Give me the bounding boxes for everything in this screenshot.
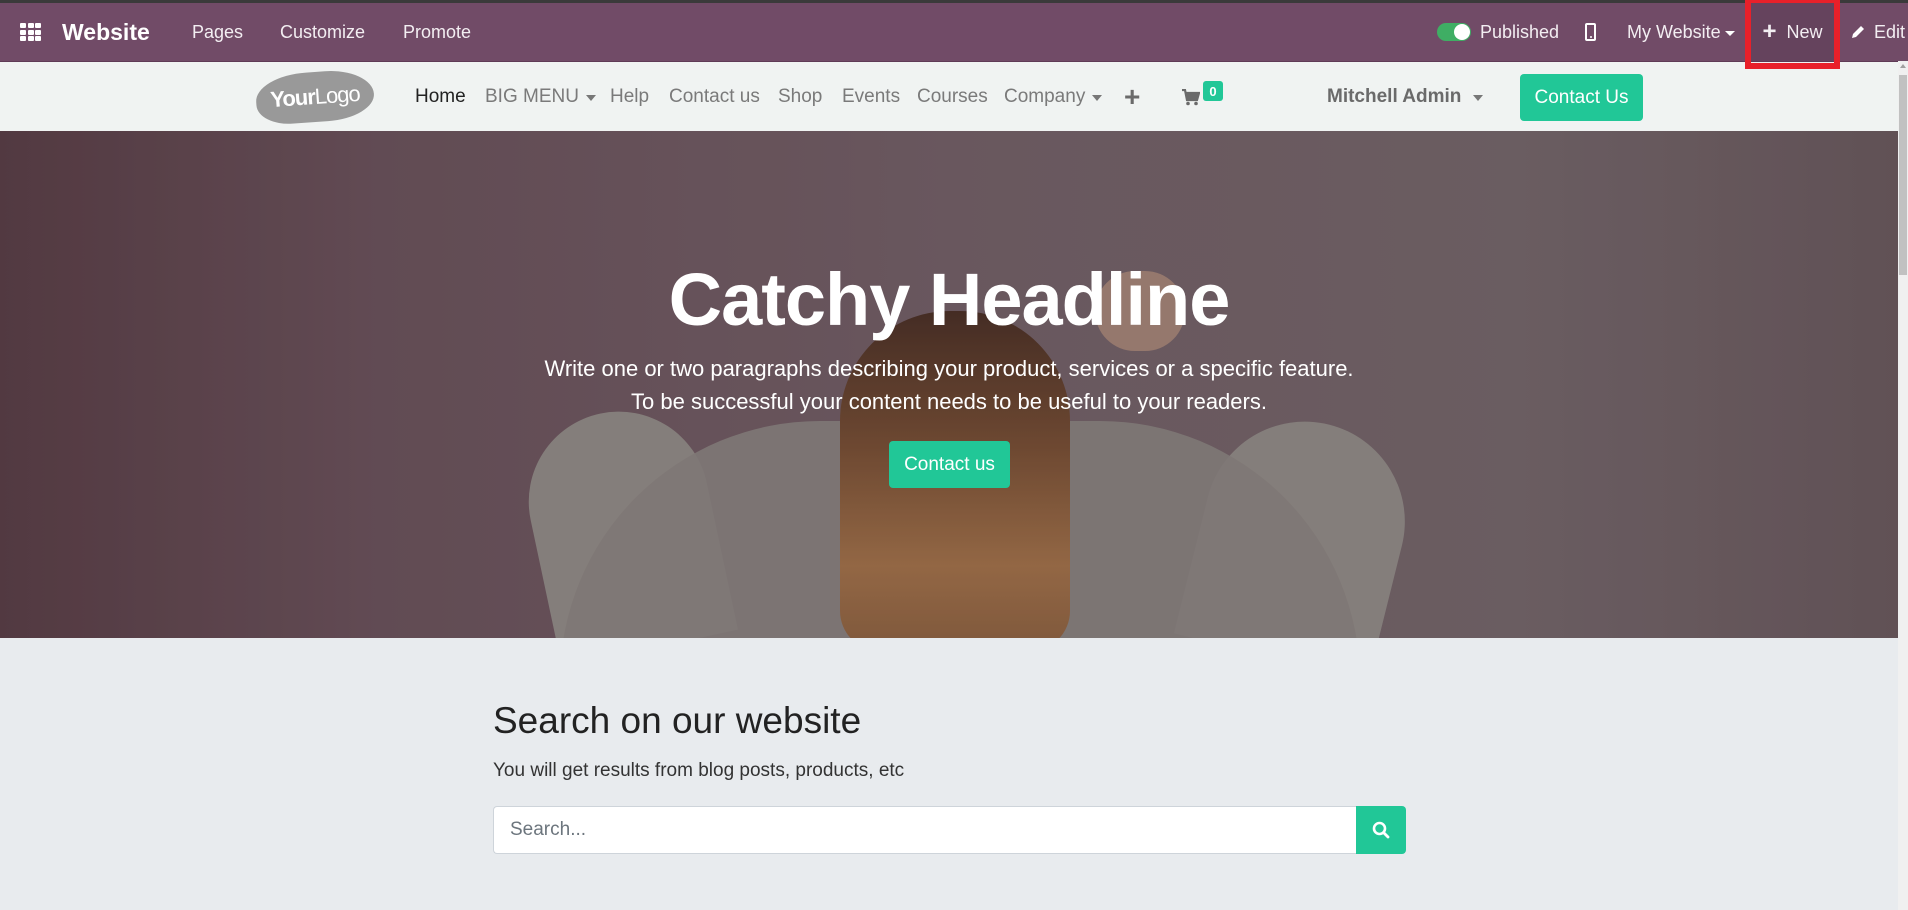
search-subtitle: You will get results from blog posts, pr… xyxy=(493,760,905,781)
search-title: Search on our website xyxy=(493,700,862,741)
contact-us-button[interactable]: Contact Us xyxy=(1520,74,1643,121)
phone-icon[interactable] xyxy=(1585,3,1596,61)
logo-text-light: Logo xyxy=(313,80,361,109)
search-button[interactable] xyxy=(1356,806,1406,854)
nav-big-menu[interactable]: BIG MENU xyxy=(485,62,596,132)
user-menu[interactable]: Mitchell Admin xyxy=(1327,62,1484,132)
hero-text-line-1: Write one or two paragraphs describing y… xyxy=(544,356,1354,381)
site-logo[interactable]: YourLogo xyxy=(254,62,376,132)
site-navbar: YourLogo Home BIG MENU Help Contact us S… xyxy=(0,61,1898,131)
app-name[interactable]: Website xyxy=(62,3,150,61)
logo-text-bold: Your xyxy=(269,84,316,113)
new-button[interactable]: + New xyxy=(1751,3,1834,61)
scroll-up-arrow-icon[interactable] xyxy=(1900,64,1906,68)
plus-icon: + xyxy=(1762,18,1777,45)
published-toggle[interactable] xyxy=(1437,3,1471,61)
search-input[interactable] xyxy=(493,806,1357,854)
cart-icon[interactable] xyxy=(1182,62,1200,132)
menu-promote[interactable]: Promote xyxy=(403,3,471,61)
toggle-knob xyxy=(1454,24,1470,40)
pencil-icon xyxy=(1852,26,1864,38)
apps-grid-icon[interactable] xyxy=(20,3,41,61)
website-selector[interactable]: My Website xyxy=(1627,3,1735,61)
caret-down-icon xyxy=(1092,95,1103,101)
hero-headline: Catchy Headline xyxy=(668,258,1231,341)
website-selector-label: My Website xyxy=(1627,21,1721,42)
nav-help[interactable]: Help xyxy=(610,62,649,132)
nav-events[interactable]: Events xyxy=(842,62,900,132)
hero-text-line-2: To be successful your content needs to b… xyxy=(631,389,1267,414)
add-menu-item-plus-icon[interactable]: + xyxy=(1124,62,1140,132)
menu-pages[interactable]: Pages xyxy=(192,3,243,61)
hero-contact-button[interactable]: Contact us xyxy=(889,441,1010,488)
nav-company-label: Company xyxy=(1004,86,1086,107)
nav-contact-us[interactable]: Contact us xyxy=(669,62,760,132)
nav-courses[interactable]: Courses xyxy=(917,62,988,132)
edit-button[interactable]: Edit xyxy=(1850,3,1905,61)
nav-shop[interactable]: Shop xyxy=(778,62,822,132)
scrollbar-thumb[interactable] xyxy=(1899,75,1907,275)
nav-company[interactable]: Company xyxy=(1004,62,1103,132)
caret-down-icon xyxy=(585,95,596,101)
search-icon xyxy=(1372,821,1390,839)
menu-customize[interactable]: Customize xyxy=(280,3,365,61)
nav-home[interactable]: Home xyxy=(415,62,466,132)
nav-big-menu-label: BIG MENU xyxy=(485,86,579,107)
hero-banner: Catchy Headline Write one or two paragra… xyxy=(0,131,1898,638)
user-name: Mitchell Admin xyxy=(1327,86,1462,107)
caret-down-icon xyxy=(1724,30,1735,36)
cart-count-badge: 0 xyxy=(1203,81,1223,101)
published-label[interactable]: Published xyxy=(1480,3,1559,61)
website-admin-bar: Website Pages Customize Promote Publishe… xyxy=(0,3,1908,61)
new-label: New xyxy=(1786,21,1823,42)
caret-down-icon xyxy=(1473,95,1484,101)
toggle-track[interactable] xyxy=(1437,23,1471,41)
hero-overlay xyxy=(0,131,1898,638)
edit-label: Edit xyxy=(1874,21,1906,42)
page-scrollbar[interactable] xyxy=(1898,61,1908,910)
search-section: Search on our website You will get resul… xyxy=(0,638,1898,910)
